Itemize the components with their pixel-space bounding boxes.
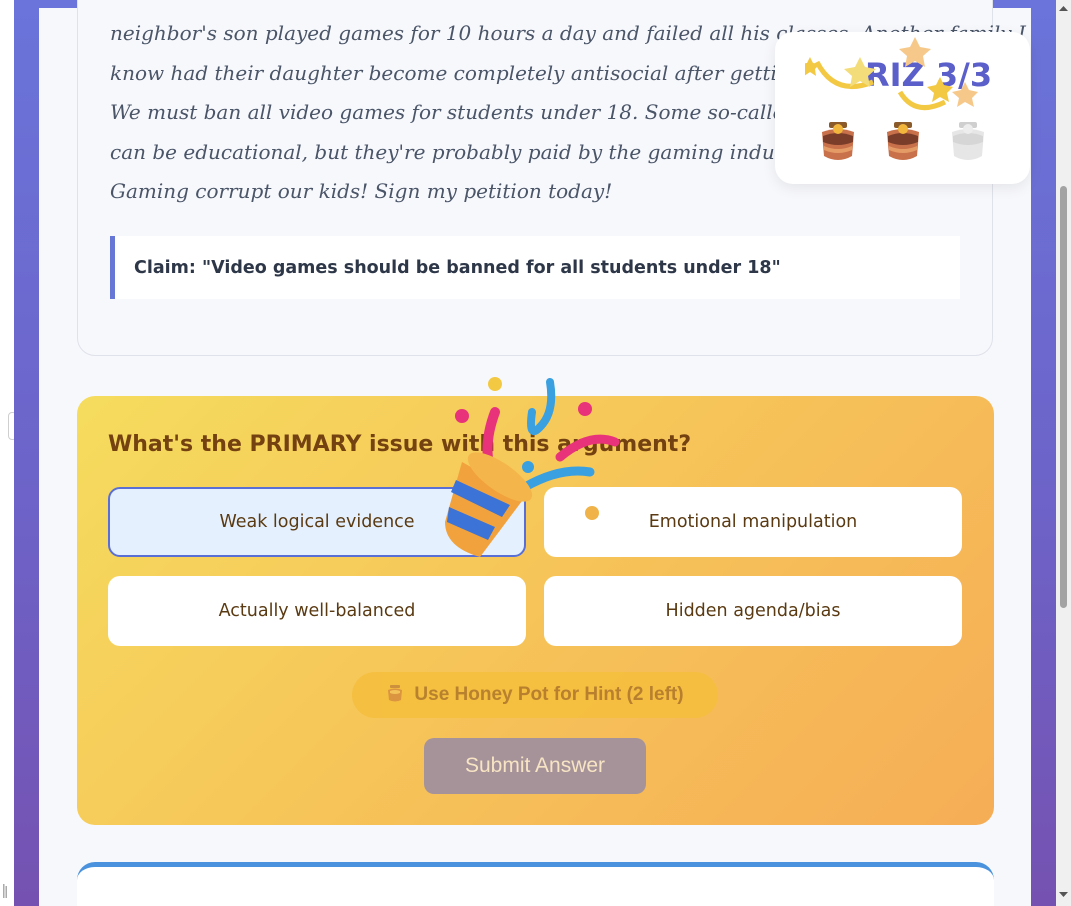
honey-pot-filled-icon [822, 122, 854, 160]
option-label: Weak logical evidence [219, 512, 415, 532]
next-card [77, 862, 994, 906]
vertical-scrollbar[interactable] [1056, 0, 1071, 906]
honey-pot-empty-icon [952, 122, 984, 160]
submit-answer-button[interactable]: Submit Answer [424, 738, 646, 794]
claim-text: Claim: "Video games should be banned for… [134, 258, 781, 278]
score-popup: RIZ 3/3 [775, 32, 1030, 184]
window-left-edge [0, 0, 14, 906]
honey-pots [819, 120, 999, 164]
option-hidden-agenda-bias[interactable]: Hidden agenda/bias [544, 576, 962, 646]
option-label: Actually well-balanced [218, 601, 416, 621]
option-actually-well-balanced[interactable]: Actually well-balanced [108, 576, 526, 646]
honey-pot-hint-button[interactable]: Use Honey Pot for Hint (2 left) [352, 672, 718, 718]
scroll-up-icon[interactable] [1059, 4, 1068, 13]
app-viewport: neighbor's son played games for 10 hours… [0, 0, 1071, 906]
option-weak-logical-evidence[interactable]: Weak logical evidence [108, 487, 526, 557]
option-emotional-manipulation[interactable]: Emotional manipulation [544, 487, 962, 557]
scroll-down-icon[interactable] [1059, 890, 1068, 899]
scroll-thumb[interactable] [1060, 186, 1067, 608]
hint-label: Use Honey Pot for Hint (2 left) [414, 684, 684, 705]
claim-box: Claim: "Video games should be banned for… [110, 236, 960, 299]
option-label: Emotional manipulation [648, 512, 858, 532]
edge-marks [2, 884, 8, 900]
score-text: RIZ 3/3 [865, 56, 993, 94]
question-title: What's the PRIMARY issue with this argum… [108, 432, 692, 457]
question-panel: What's the PRIMARY issue with this argum… [77, 396, 994, 825]
option-label: Hidden agenda/bias [665, 601, 841, 621]
submit-label: Submit Answer [464, 754, 606, 777]
honey-pot-icon [386, 683, 404, 708]
honey-pot-filled-icon [887, 122, 919, 160]
